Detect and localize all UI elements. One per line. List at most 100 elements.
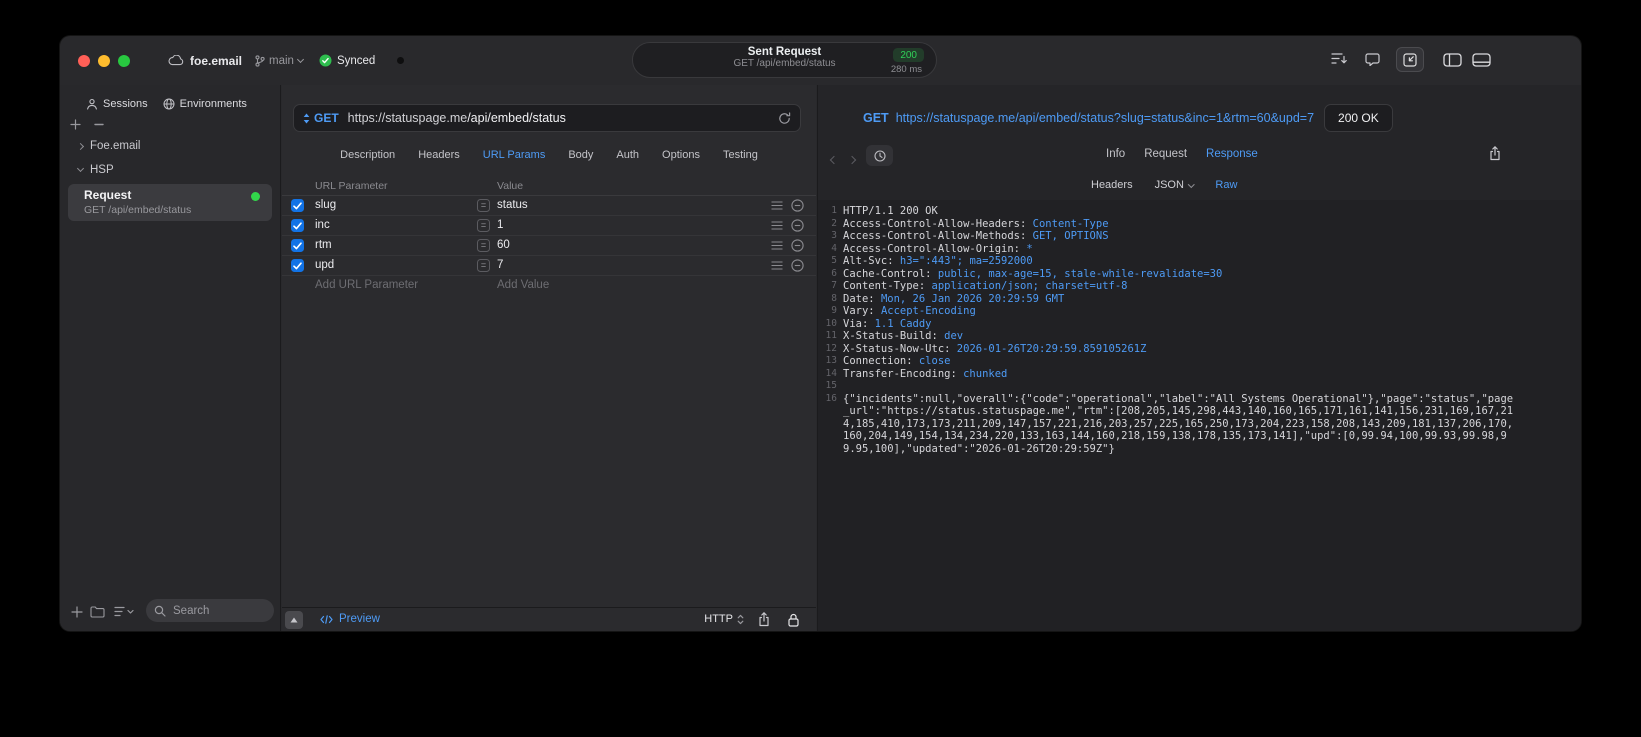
remove-param-icon[interactable] (791, 259, 804, 272)
tree-group-hsp[interactable]: HSP (76, 164, 114, 176)
request-tab-auth[interactable]: Auth (616, 149, 639, 161)
line-text (843, 380, 1515, 393)
remove-param-icon[interactable] (791, 239, 804, 252)
remove-session-icon[interactable] (94, 123, 104, 126)
response-subtab-raw[interactable]: Raw (1215, 179, 1237, 191)
tab-environments[interactable]: Environments (163, 98, 247, 110)
lock-icon[interactable] (788, 613, 799, 627)
request-tab-body[interactable]: Body (568, 149, 593, 161)
request-method[interactable]: GET (314, 111, 339, 125)
sort-filter-icon[interactable] (114, 606, 135, 617)
request-tab-testing[interactable]: Testing (723, 149, 758, 161)
response-url-row: GET https://statuspage.me/api/embed/statu… (863, 104, 1581, 132)
response-panel: GET https://statuspage.me/api/embed/statu… (817, 85, 1581, 631)
response-subtab-headers[interactable]: Headers (1091, 179, 1133, 191)
param-checkbox[interactable] (291, 199, 304, 212)
expand-console-button[interactable] (285, 611, 303, 629)
param-name[interactable]: rtm (315, 239, 332, 251)
person-icon (86, 98, 98, 110)
desktop: foe.email main Synced Sent Request GET /… (0, 0, 1641, 737)
toggle-sidebar-icon[interactable] (1443, 53, 1462, 67)
param-value[interactable]: 1 (497, 219, 503, 231)
tree-group-foe-email[interactable]: Foe.email (76, 140, 141, 152)
titlebar: foe.email main Synced Sent Request GET /… (60, 36, 1581, 85)
sort-requests-icon[interactable] (1331, 52, 1347, 65)
search-input[interactable] (171, 603, 266, 618)
history-forward-icon[interactable] (847, 150, 857, 168)
code-line: 5 Alt-Svc: h3=":443"; ma=2592000 (818, 255, 1581, 268)
request-summary-pill[interactable]: Sent Request GET /api/embed/status 200 2… (632, 42, 937, 78)
sync-status[interactable]: Synced (319, 54, 375, 67)
param-value[interactable]: status (497, 199, 528, 211)
close-window-button[interactable] (78, 55, 90, 67)
param-checkbox[interactable] (291, 219, 304, 232)
project-name[interactable]: foe.email (190, 54, 242, 68)
response-request-url: GET https://statuspage.me/api/embed/statu… (863, 111, 1314, 125)
method-selector-icon[interactable] (303, 113, 310, 124)
line-text: X-Status-Now-Utc: 2026-01-26T20:29:59.85… (843, 342, 1147, 355)
add-session-icon[interactable] (70, 119, 81, 130)
param-name[interactable]: slug (315, 199, 336, 211)
export-response-icon[interactable] (1489, 146, 1501, 161)
zoom-window-button[interactable] (118, 55, 130, 67)
add-group-icon[interactable] (90, 606, 105, 618)
branch-selector[interactable]: main (255, 54, 305, 67)
history-button[interactable] (866, 145, 893, 166)
response-tab-info[interactable]: Info (1106, 148, 1125, 160)
chevron-updown-icon (737, 614, 744, 625)
param-value[interactable]: 7 (497, 259, 503, 271)
request-tab-description[interactable]: Description (340, 149, 395, 161)
sync-check-icon (319, 54, 332, 67)
param-name[interactable]: upd (315, 259, 334, 271)
request-tab-url-params[interactable]: URL Params (483, 149, 546, 161)
drag-handle-icon[interactable] (771, 201, 783, 210)
param-name[interactable]: inc (315, 219, 330, 231)
request-list-item[interactable]: Request GET /api/embed/status (68, 184, 272, 221)
line-number: 15 (825, 380, 837, 391)
add-param-name[interactable]: Add URL Parameter (315, 279, 418, 291)
protocol-selector[interactable]: HTTP (704, 613, 744, 625)
search-field[interactable] (146, 599, 274, 622)
line-text: Transfer-Encoding: chunked (843, 367, 1008, 380)
comment-icon[interactable] (1365, 53, 1380, 66)
remove-param-icon[interactable] (791, 219, 804, 232)
drag-handle-icon[interactable] (771, 221, 783, 230)
column-header-name: URL Parameter (315, 180, 388, 192)
response-tab-request[interactable]: Request (1144, 148, 1187, 160)
branch-name: main (269, 54, 294, 67)
response-tab-response[interactable]: Response (1206, 148, 1258, 160)
resend-request-icon[interactable] (778, 111, 791, 125)
add-param-row: Add URL Parameter Add Value (282, 276, 816, 296)
param-rows: slug status inc 1 rtm 60 upd 7 (282, 196, 816, 276)
code-line: 2 Access-Control-Allow-Headers: Content-T… (818, 218, 1581, 231)
request-url[interactable]: https://statuspage.me/api/embed/status (348, 111, 566, 125)
drag-handle-icon[interactable] (771, 241, 783, 250)
request-tab-options[interactable]: Options (662, 149, 700, 161)
request-url-bar[interactable]: GET https://statuspage.me/api/embed/stat… (293, 104, 801, 132)
response-subtab-json[interactable]: JSON (1155, 179, 1195, 191)
line-text: Connection: close (843, 355, 951, 367)
import-response-button[interactable] (1396, 47, 1424, 72)
request-tab-headers[interactable]: Headers (418, 149, 460, 161)
param-row: rtm 60 (282, 236, 816, 256)
sync-label: Synced (336, 54, 376, 67)
param-value[interactable]: 60 (497, 239, 510, 251)
add-request-icon[interactable] (71, 606, 83, 618)
share-icon[interactable] (758, 612, 770, 627)
param-checkbox[interactable] (291, 239, 304, 252)
add-param-value[interactable]: Add Value (497, 279, 549, 291)
code-line: 15 (818, 380, 1581, 393)
tab-sessions[interactable]: Sessions (86, 98, 148, 110)
drag-handle-icon[interactable] (771, 261, 783, 270)
param-checkbox[interactable] (291, 259, 304, 272)
preview-label: Preview (339, 613, 380, 625)
minimize-window-button[interactable] (98, 55, 110, 67)
response-method: GET (863, 111, 889, 125)
line-text: Access-Control-Allow-Origin: * (843, 242, 1033, 255)
toggle-bottom-panel-icon[interactable] (1472, 53, 1491, 67)
unsaved-indicator-dot (397, 57, 405, 64)
code-preview-button[interactable]: Preview (320, 613, 380, 625)
code-line: 4 Access-Control-Allow-Origin: * (818, 243, 1581, 256)
remove-param-icon[interactable] (791, 199, 804, 212)
history-back-icon[interactable] (829, 150, 839, 168)
